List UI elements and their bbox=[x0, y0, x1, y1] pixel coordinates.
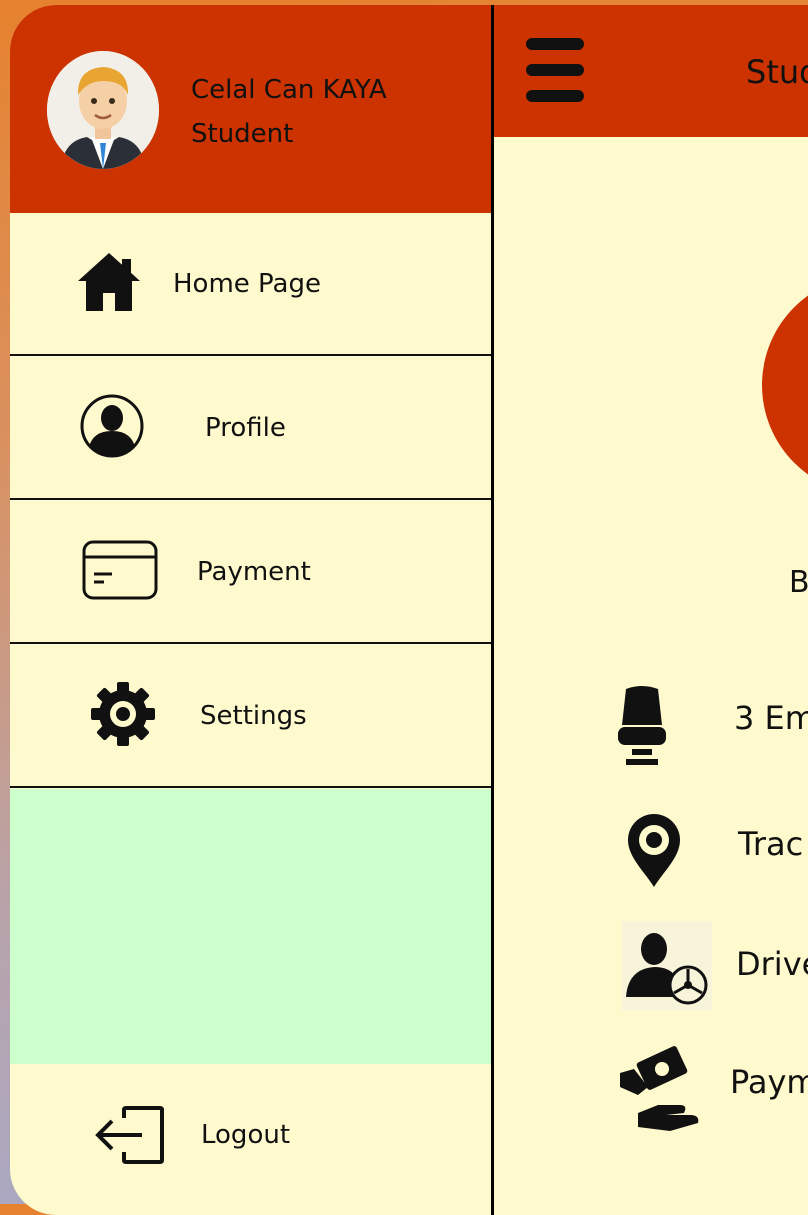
main-screen: Stud B 3 Em Trac bbox=[494, 5, 808, 1215]
feature-driver-label: Drive bbox=[736, 945, 808, 983]
logout-icon bbox=[94, 1106, 166, 1168]
menu-label-settings: Settings bbox=[200, 700, 307, 731]
feature-seats[interactable]: 3 Em bbox=[614, 685, 808, 765]
hamburger-menu-icon[interactable] bbox=[526, 38, 584, 102]
menu-item-home[interactable]: Home Page bbox=[10, 213, 492, 356]
driver-icon bbox=[622, 921, 712, 1015]
navigation-drawer: Celal Can KAYA Student Home Page Profile bbox=[10, 5, 492, 1215]
drawer-empty-area bbox=[10, 789, 492, 1064]
logout-label: Logout bbox=[201, 1120, 291, 1150]
user-role: Student bbox=[191, 119, 294, 149]
menu-item-settings[interactable]: Settings bbox=[10, 645, 492, 788]
feature-tracking[interactable]: Trac bbox=[614, 813, 808, 893]
menu-item-profile[interactable]: Profile bbox=[10, 357, 492, 500]
avatar[interactable] bbox=[47, 51, 159, 169]
feature-payment-label: Paym bbox=[730, 1063, 808, 1101]
feature-payment[interactable]: Paym bbox=[614, 1043, 808, 1131]
status-circle[interactable] bbox=[762, 275, 808, 495]
feature-seats-label: 3 Em bbox=[734, 699, 808, 737]
menu-label-payment: Payment bbox=[197, 556, 311, 587]
payment-hand-icon bbox=[618, 1043, 708, 1137]
menu-label-profile: Profile bbox=[205, 412, 286, 443]
user-name: Celal Can KAYA bbox=[191, 75, 387, 105]
menu-item-payment[interactable]: Payment bbox=[10, 501, 492, 644]
feature-driver[interactable]: Drive bbox=[614, 921, 808, 1011]
feature-tracking-label: Trac bbox=[738, 825, 804, 863]
home-icon bbox=[76, 251, 142, 317]
circle-caption: B bbox=[789, 565, 808, 600]
menu-label-home: Home Page bbox=[173, 268, 321, 299]
drawer-header: Celal Can KAYA Student bbox=[10, 5, 492, 213]
logout-button[interactable]: Logout bbox=[10, 1064, 492, 1214]
location-pin-icon bbox=[626, 813, 682, 893]
main-header: Stud bbox=[494, 5, 808, 137]
main-title: Stud bbox=[746, 53, 808, 91]
gear-icon bbox=[90, 681, 156, 751]
profile-icon bbox=[79, 393, 145, 463]
credit-card-icon bbox=[82, 540, 158, 604]
seat-icon bbox=[614, 685, 670, 775]
avatar-image bbox=[47, 51, 159, 169]
